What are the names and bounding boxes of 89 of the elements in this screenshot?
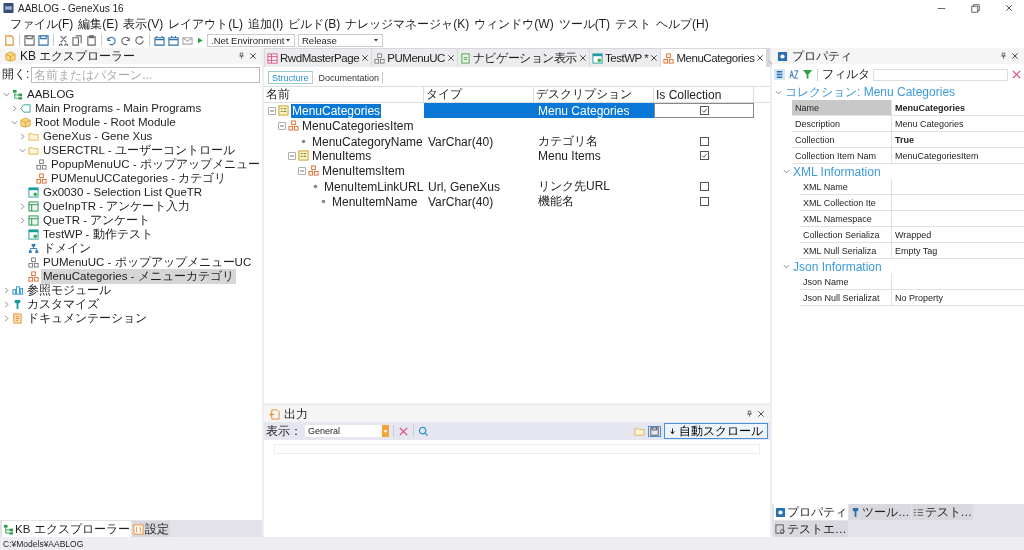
- property-value: True: [895, 134, 914, 145]
- table-cell-text: Menu Items: [537, 148, 602, 163]
- panel-title: 出力: [284, 405, 309, 423]
- property-value: Wrapped: [895, 229, 932, 240]
- show-label: 表示：: [266, 422, 302, 440]
- status-text: C:¥Models¥AABLOG: [3, 538, 84, 549]
- property-value: MenuCategoriesItem: [895, 150, 979, 161]
- property-name[interactable]: XML Namespace: [800, 211, 892, 226]
- field-name[interactable]: MenuCategoryName: [311, 134, 424, 149]
- menu-item[interactable]: ファイル(F): [8, 15, 76, 33]
- property-name[interactable]: Collection Serializa: [800, 227, 892, 242]
- tree-item[interactable]: PopupMenuUC - ポップアップメニュー: [49, 156, 262, 172]
- search-field[interactable]: 名前またはパターン...: [31, 66, 260, 83]
- tree-item[interactable]: USERCTRL - ユーザーコントロール: [41, 142, 237, 158]
- menu-item[interactable]: ヘルプ(H): [654, 15, 711, 33]
- property-value: Menu Categories: [895, 118, 964, 129]
- menu-item[interactable]: テスト: [613, 15, 653, 33]
- tree-item[interactable]: GeneXus - Gene Xus: [41, 130, 155, 142]
- section-title: XML Information: [793, 164, 881, 179]
- filter-label: フィルタ: [822, 66, 870, 83]
- menu-item[interactable]: ナレッジマネージャ(K): [343, 15, 472, 33]
- panel-title: プロパティ: [792, 47, 853, 65]
- panel-title: KB エクスプローラー: [20, 47, 137, 65]
- column-header[interactable]: 名前: [264, 87, 424, 102]
- panel-tab[interactable]: テスト…: [911, 504, 973, 520]
- property-name[interactable]: Json Name: [800, 274, 892, 289]
- tree-item[interactable]: Root Module - Root Module: [33, 116, 178, 128]
- property-name[interactable]: Name: [792, 100, 892, 115]
- property-value: No Property: [895, 292, 944, 303]
- field-name[interactable]: MenuCategories: [291, 103, 382, 118]
- table-cell-text: カテゴリ名: [537, 133, 599, 150]
- property-name[interactable]: Collection Item Nam: [792, 148, 892, 163]
- configuration-select[interactable]: Release: [298, 33, 383, 47]
- field-name[interactable]: MenuItems: [311, 148, 373, 163]
- autoscroll-button[interactable]: 自動スクロール: [664, 423, 768, 439]
- field-name[interactable]: MenuCategoriesItem: [301, 118, 415, 133]
- menu-item[interactable]: 編集(E): [76, 15, 121, 33]
- property-name[interactable]: XML Collection Ite: [800, 195, 892, 210]
- table-cell-text: VarChar(40): [427, 133, 495, 150]
- view-tab[interactable]: Structure: [268, 71, 313, 84]
- section-title: Json Information: [793, 259, 882, 274]
- field-name[interactable]: MenuItemLinkURL: [323, 179, 425, 194]
- property-value: MenuCategories: [895, 102, 965, 113]
- column-header[interactable]: タイプ: [424, 87, 534, 102]
- environment-select[interactable]: .Net Environment: [207, 33, 295, 47]
- menu-item[interactable]: ビルド(B): [286, 15, 343, 33]
- panel-tab[interactable]: プロパティ: [774, 504, 848, 520]
- tree-item[interactable]: 参照モジュール: [25, 282, 113, 298]
- property-name[interactable]: XML Null Serializa: [800, 243, 892, 258]
- tree-item[interactable]: Main Programs - Main Programs: [33, 102, 204, 114]
- tree-item[interactable]: ドメイン: [41, 240, 93, 256]
- field-name[interactable]: MenuItemsItem: [321, 163, 406, 178]
- source-select[interactable]: General: [305, 425, 389, 437]
- window-title: AABLOG - GeneXus 16: [18, 2, 125, 14]
- search-label: 開く:: [2, 66, 30, 83]
- view-tab[interactable]: Documentation: [314, 71, 384, 84]
- property-name[interactable]: XML Name: [800, 179, 892, 194]
- table-cell-text: リンク先URL: [537, 178, 611, 195]
- menu-item[interactable]: レイアウト(L): [166, 15, 245, 33]
- table-cell-text: 機能名: [537, 193, 575, 210]
- tree-item[interactable]: Gx0030 - Selection List QueTR: [41, 186, 205, 198]
- tree-item[interactable]: QueTR - アンケート: [41, 212, 153, 228]
- tree-item[interactable]: ドキュメンテーション: [25, 310, 149, 326]
- tree-item[interactable]: MenuCategories - メニューカテゴリ: [41, 268, 236, 284]
- tree-item[interactable]: AABLOG: [25, 88, 77, 100]
- panel-tab[interactable]: 設定: [131, 521, 170, 537]
- column-header[interactable]: デスクリプション: [534, 87, 654, 102]
- property-name[interactable]: Json Null Serializat: [800, 290, 892, 305]
- section-title: コレクション: Menu Categories: [785, 84, 956, 101]
- property-value: Empty Tag: [895, 245, 938, 256]
- column-header[interactable]: Is Collection: [654, 87, 754, 102]
- panel-tab[interactable]: テストエ…: [774, 521, 848, 537]
- menu-item[interactable]: ウィンドウ(W): [472, 15, 556, 33]
- table-cell-text: Url, GeneXus: [427, 178, 502, 195]
- menu-item[interactable]: 追加(I): [246, 15, 286, 33]
- menu-item[interactable]: ツール(T): [556, 15, 612, 33]
- property-name[interactable]: Collection: [792, 132, 892, 147]
- tree-item[interactable]: QueInpTR - アンケート入力: [41, 198, 193, 214]
- tree-item[interactable]: PUMenuUC - ポップアップメニューUC: [41, 254, 254, 270]
- tree-item[interactable]: カスタマイズ: [25, 296, 101, 312]
- panel-tab[interactable]: ツール…: [849, 504, 911, 520]
- property-name[interactable]: Description: [792, 116, 892, 131]
- table-cell: Menu Categories: [534, 103, 654, 118]
- panel-tab[interactable]: KB エクスプローラー: [2, 521, 131, 537]
- table-cell-text: VarChar(40): [427, 193, 495, 210]
- tree-item[interactable]: PUMenuUCCategories - カテゴリ: [49, 170, 229, 186]
- menu-item[interactable]: 表示(V): [121, 15, 166, 33]
- field-name[interactable]: MenuItemName: [331, 194, 419, 209]
- tree-item[interactable]: TestWP - 動作テスト: [41, 226, 155, 242]
